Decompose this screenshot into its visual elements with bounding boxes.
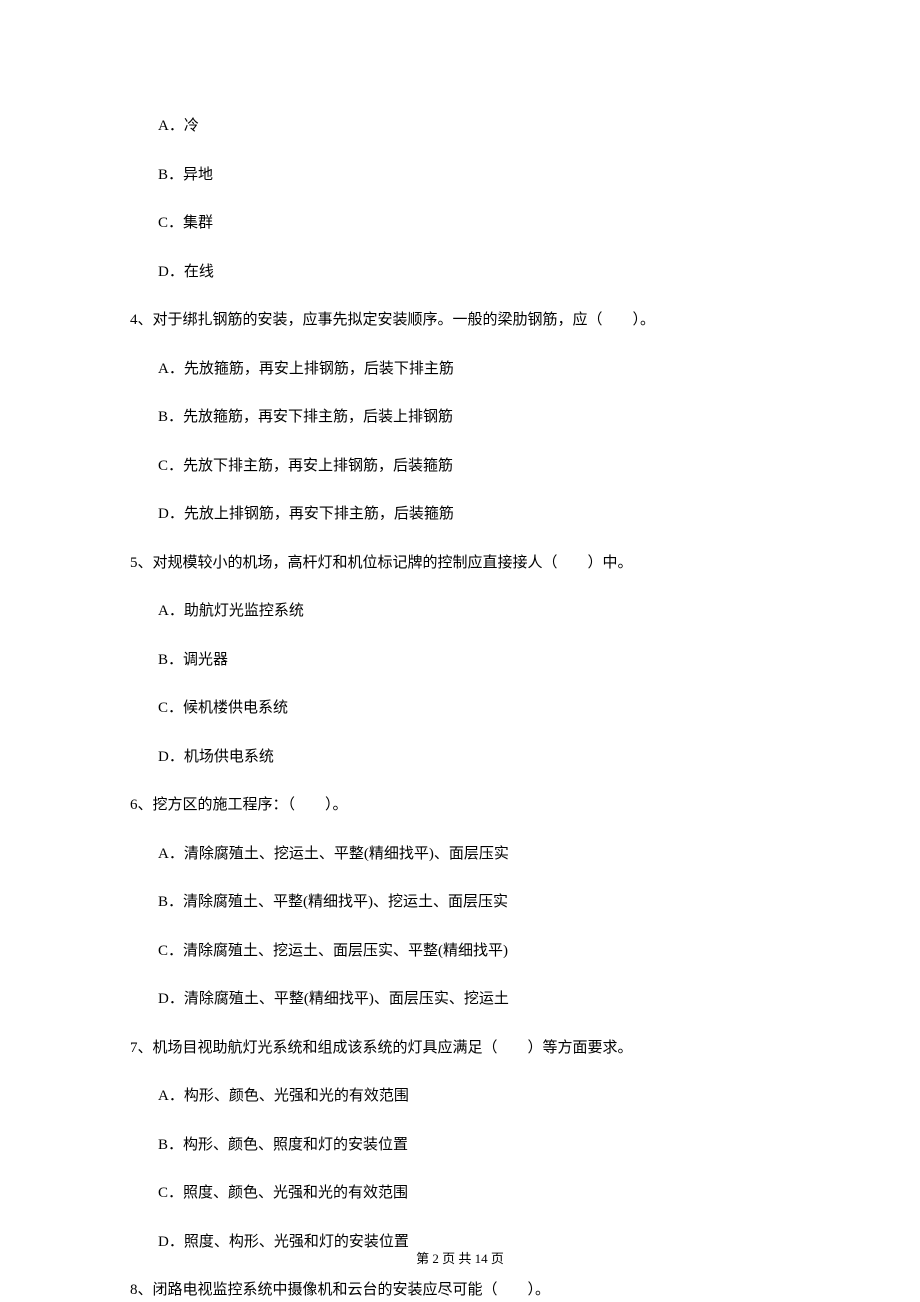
q4-option-c: C．先放下排主筋，再安上排钢筋，后装箍筋 — [158, 455, 800, 478]
q6-text: 6、挖方区的施工程序：（ ）。 — [130, 794, 800, 817]
q3-option-a: A．冷 — [158, 115, 800, 138]
q6-option-b: B．清除腐殖土、平整(精细找平)、挖运土、面层压实 — [158, 891, 800, 914]
q6-option-d: D．清除腐殖土、平整(精细找平)、面层压实、挖运土 — [158, 988, 800, 1011]
q7-text: 7、机场目视助航灯光系统和组成该系统的灯具应满足（ ）等方面要求。 — [130, 1037, 800, 1060]
q4-option-a: A．先放箍筋，再安上排钢筋，后装下排主筋 — [158, 358, 800, 381]
q7-option-b: B．构形、颜色、照度和灯的安装位置 — [158, 1134, 800, 1157]
page-footer: 第 2 页 共 14 页 — [0, 1249, 920, 1269]
q3-option-d: D．在线 — [158, 261, 800, 284]
q5-text: 5、对规模较小的机场，高杆灯和机位标记牌的控制应直接接人（ ）中。 — [130, 552, 800, 575]
q6-option-a: A．清除腐殖土、挖运土、平整(精细找平)、面层压实 — [158, 843, 800, 866]
q4-option-d: D．先放上排钢筋，再安下排主筋，后装箍筋 — [158, 503, 800, 526]
q5-option-a: A．助航灯光监控系统 — [158, 600, 800, 623]
q4-text: 4、对于绑扎钢筋的安装，应事先拟定安装顺序。一般的梁肋钢筋，应（ ）。 — [130, 309, 800, 332]
q7-option-c: C．照度、颜色、光强和光的有效范围 — [158, 1182, 800, 1205]
q5-option-c: C．候机楼供电系统 — [158, 697, 800, 720]
q4-option-b: B．先放箍筋，再安下排主筋，后装上排钢筋 — [158, 406, 800, 429]
q3-option-b: B．异地 — [158, 164, 800, 187]
q5-option-b: B．调光器 — [158, 649, 800, 672]
page: A．冷 B．异地 C．集群 D．在线 4、对于绑扎钢筋的安装，应事先拟定安装顺序… — [0, 0, 920, 1302]
q3-option-c: C．集群 — [158, 212, 800, 235]
q7-option-a: A．构形、颜色、光强和光的有效范围 — [158, 1085, 800, 1108]
q6-option-c: C．清除腐殖土、挖运土、面层压实、平整(精细找平) — [158, 940, 800, 963]
q8-text: 8、闭路电视监控系统中摄像机和云台的安装应尽可能（ ）。 — [130, 1279, 800, 1302]
q5-option-d: D．机场供电系统 — [158, 746, 800, 769]
